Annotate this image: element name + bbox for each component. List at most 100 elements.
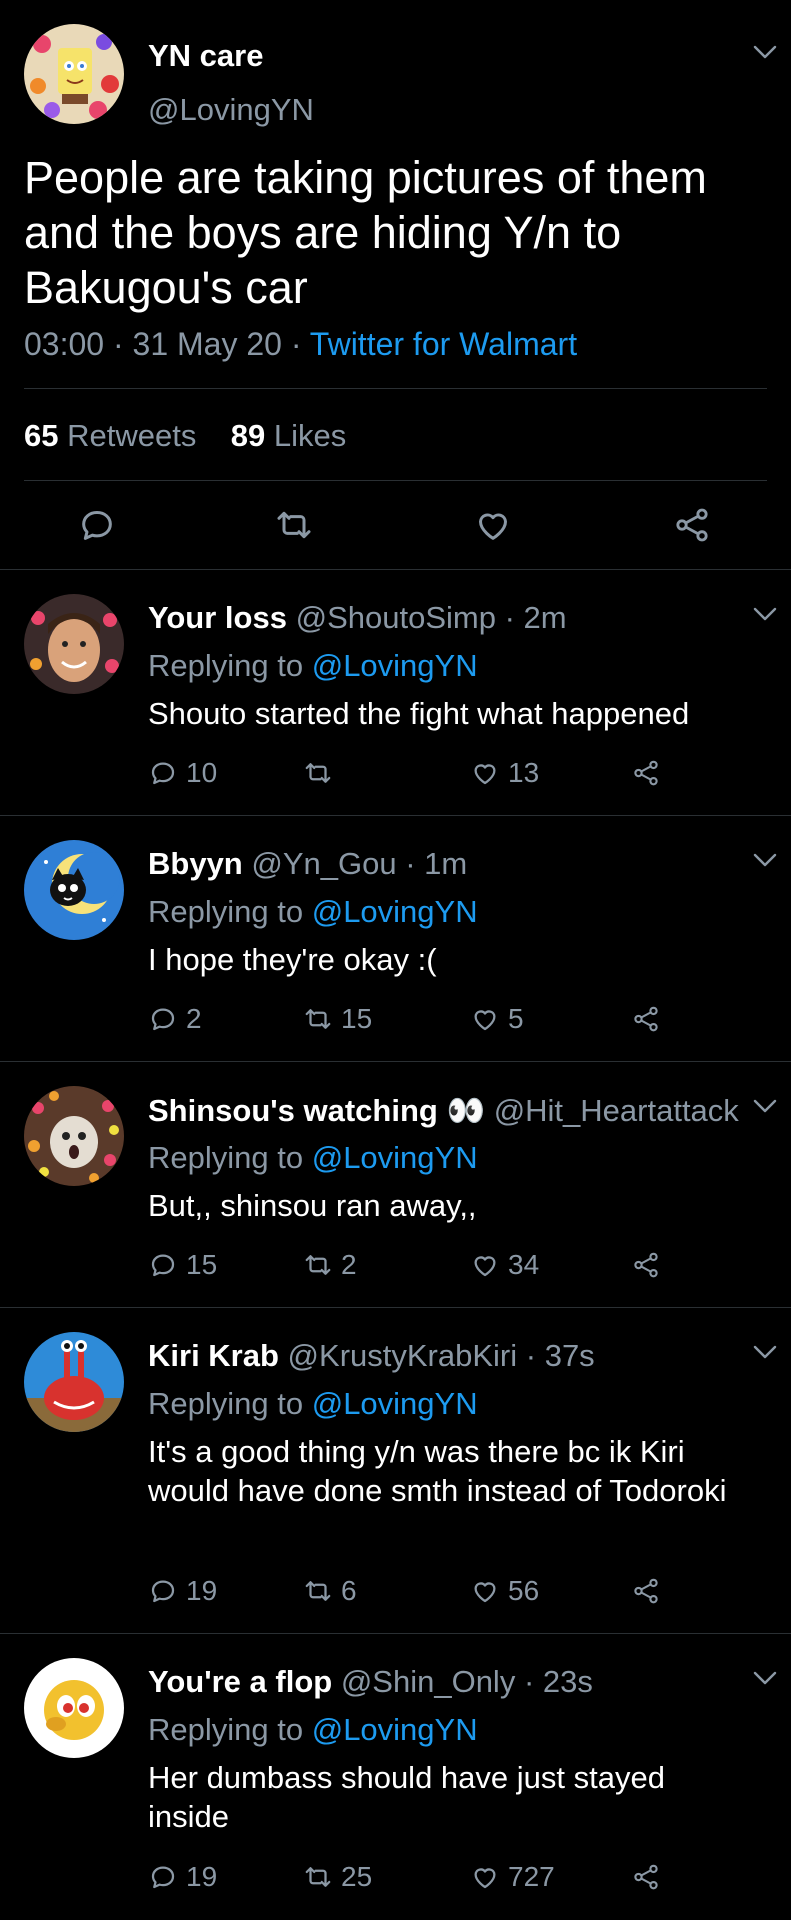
reply-count: 15 xyxy=(186,1249,218,1280)
reply-time: · xyxy=(747,1093,751,1128)
author-handle[interactable]: @ShoutoSimp xyxy=(296,600,496,635)
author-handle[interactable]: @Shin_Only xyxy=(341,1664,516,1699)
share-button[interactable] xyxy=(631,1248,669,1282)
reply-text: It's a good thing y/n was there bc ik Ki… xyxy=(148,1434,727,1508)
chevron-down-icon[interactable] xyxy=(752,1670,778,1686)
reply-icon xyxy=(148,1576,178,1606)
retweets-stat[interactable]: 65 Retweets xyxy=(24,418,196,453)
likes-count: 89 xyxy=(230,418,266,453)
share-icon xyxy=(631,1004,661,1034)
reply-button[interactable]: 10 xyxy=(148,756,217,790)
tweet-text: People are taking pictures of them and t… xyxy=(24,152,707,313)
avatar[interactable] xyxy=(24,594,124,694)
like-button[interactable]: 34 xyxy=(470,1248,539,1282)
retweet-button[interactable]: 2 xyxy=(303,1248,357,1282)
reply-actions: 19 25 727 xyxy=(148,1860,708,1894)
reply-tweet[interactable]: Kiri Krab @KrustyKrabKiri · 37s Replying… xyxy=(0,1308,791,1634)
retweets-label: Retweets xyxy=(67,418,197,453)
tweet-source-link[interactable]: Twitter for Walmart xyxy=(310,326,577,362)
replying-to-label: Replying to xyxy=(148,1386,304,1421)
chevron-down-icon[interactable] xyxy=(752,852,778,868)
author-name[interactable]: You're a flop xyxy=(148,1664,332,1699)
like-icon xyxy=(470,1250,500,1280)
avatar[interactable] xyxy=(24,1086,124,1186)
replying-to-label: Replying to xyxy=(148,894,304,929)
avatar[interactable] xyxy=(24,24,124,124)
reply-icon xyxy=(148,1862,178,1892)
divider xyxy=(24,388,767,389)
reply-icon xyxy=(148,1004,178,1034)
share-icon[interactable] xyxy=(672,505,712,545)
reply-button[interactable]: 19 xyxy=(148,1574,217,1608)
reply-text: But,, shinsou ran away,, xyxy=(148,1188,477,1223)
chevron-down-icon[interactable] xyxy=(752,606,778,622)
retweet-icon[interactable] xyxy=(274,505,314,545)
like-icon xyxy=(470,1004,500,1034)
reply-time: · 23s xyxy=(523,1664,593,1699)
reply-tweet[interactable]: Your loss @ShoutoSimp · 2m Replying to @… xyxy=(0,570,791,816)
chevron-down-icon[interactable] xyxy=(752,44,778,60)
reply-button[interactable]: 19 xyxy=(148,1860,217,1894)
like-button[interactable]: 727 xyxy=(470,1860,555,1894)
reply-header: Shinsou's watching 👀 @Hit_Heartattack · xyxy=(148,1092,751,1129)
author-name[interactable]: Bbyyn xyxy=(148,846,243,881)
retweet-button[interactable]: 25 xyxy=(303,1860,372,1894)
share-button[interactable] xyxy=(631,1860,669,1894)
author-handle[interactable]: @LovingYN xyxy=(148,92,314,128)
reply-icon[interactable] xyxy=(77,505,117,545)
tweet-meta: 03:00 · 31 May 20 · Twitter for Walmart xyxy=(24,326,577,363)
reply-actions: 19 6 56 xyxy=(148,1574,708,1608)
avatar[interactable] xyxy=(24,1658,124,1758)
retweet-button[interactable]: 6 xyxy=(303,1574,357,1608)
reply-tweet[interactable]: Shinsou's watching 👀 @Hit_Heartattack · … xyxy=(0,1062,791,1308)
like-count: 727 xyxy=(508,1861,555,1892)
reply-tweet[interactable]: Bbyyn @Yn_Gou · 1m Replying to @LovingYN… xyxy=(0,816,791,1062)
replying-to-link[interactable]: @LovingYN xyxy=(312,1712,478,1747)
reply-icon xyxy=(148,758,178,788)
likes-stat[interactable]: 89 Likes xyxy=(231,418,346,453)
reply-actions: 15 2 34 xyxy=(148,1248,708,1282)
main-tweet[interactable]: YN care @LovingYN People are taking pict… xyxy=(0,0,791,570)
retweet-button[interactable]: 15 xyxy=(303,1002,372,1036)
like-button[interactable]: 5 xyxy=(470,1002,524,1036)
likes-label: Likes xyxy=(273,418,347,453)
share-button[interactable] xyxy=(631,756,669,790)
author-handle[interactable]: @Yn_Gou xyxy=(251,846,396,881)
retweet-count: 6 xyxy=(341,1575,357,1606)
author-name[interactable]: Your loss xyxy=(148,600,287,635)
retweet-button[interactable] xyxy=(303,756,341,790)
author-handle[interactable]: @Hit_Heartattack xyxy=(494,1093,739,1128)
author-name[interactable]: Shinsou's watching 👀 xyxy=(148,1093,485,1128)
author-name[interactable]: YN care xyxy=(148,38,263,74)
share-icon xyxy=(631,1862,661,1892)
replying-to-link[interactable]: @LovingYN xyxy=(312,894,478,929)
replying-to-link[interactable]: @LovingYN xyxy=(312,1140,478,1175)
like-count: 34 xyxy=(508,1249,540,1280)
retweet-count: 25 xyxy=(341,1861,373,1892)
share-button[interactable] xyxy=(631,1574,669,1608)
avatar[interactable] xyxy=(24,840,124,940)
like-button[interactable]: 56 xyxy=(470,1574,539,1608)
tweet-time: 03:00 xyxy=(24,326,105,362)
chevron-down-icon[interactable] xyxy=(752,1344,778,1360)
author-name[interactable]: Kiri Krab xyxy=(148,1338,279,1373)
like-button[interactable]: 13 xyxy=(470,756,539,790)
replying-to-link[interactable]: @LovingYN xyxy=(312,1386,478,1421)
reply-button[interactable]: 2 xyxy=(148,1002,202,1036)
retweet-icon xyxy=(303,1576,333,1606)
share-button[interactable] xyxy=(631,1002,669,1036)
reply-button[interactable]: 15 xyxy=(148,1248,217,1282)
author-handle[interactable]: @KrustyKrabKiri xyxy=(288,1338,518,1373)
reply-actions: 10 13 xyxy=(148,756,708,790)
reply-header: Your loss @ShoutoSimp · 2m xyxy=(148,600,751,636)
chevron-down-icon[interactable] xyxy=(752,1098,778,1114)
replying-to: Replying to @LovingYN xyxy=(148,1140,478,1176)
like-count: 5 xyxy=(508,1003,524,1034)
avatar[interactable] xyxy=(24,1332,124,1432)
like-icon[interactable] xyxy=(473,505,513,545)
reply-tweet[interactable]: You're a flop @Shin_Only · 23s Replying … xyxy=(0,1634,791,1920)
retweet-icon xyxy=(303,1250,333,1280)
retweet-count: 2 xyxy=(341,1249,357,1280)
reply-header: Bbyyn @Yn_Gou · 1m xyxy=(148,846,751,882)
replying-to-link[interactable]: @LovingYN xyxy=(312,648,478,683)
